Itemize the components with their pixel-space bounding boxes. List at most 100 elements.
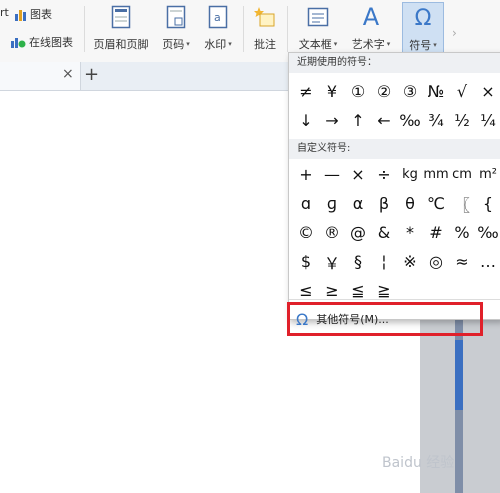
header-footer-label: 页眉和页脚 xyxy=(93,38,149,51)
symbol-cell[interactable]: ≤ xyxy=(293,276,319,305)
recent-symbols-grid: ≠ ¥ ① ② ③ № √ × ↓ → ↑ ← ‰ ¾ ½ ¼ xyxy=(293,77,500,135)
online-chart-icon xyxy=(11,38,26,48)
watermark-button[interactable]: a 水印 ▾ xyxy=(200,4,236,54)
ribbon-divider xyxy=(84,6,85,52)
chart-button[interactable]: 图表 xyxy=(14,6,52,22)
document-tab-bar: × + xyxy=(0,62,290,91)
symbol-cell[interactable]: 〖 xyxy=(449,189,475,218)
new-tab-icon[interactable]: + xyxy=(84,64,99,85)
header-footer-button[interactable]: 页眉和页脚 xyxy=(92,4,150,54)
symbol-cell[interactable]: ≠ xyxy=(293,77,319,106)
symbol-cell[interactable]: ɡ xyxy=(319,189,345,218)
symbol-cell[interactable]: ≦ xyxy=(345,276,371,305)
symbol-cell[interactable]: & xyxy=(371,218,397,247)
recent-symbols-heading: 近期使用的符号： xyxy=(289,53,500,73)
symbol-cell[interactable]: ↑ xyxy=(345,106,371,135)
chevron-down-icon: ▾ xyxy=(186,40,190,48)
document-canvas[interactable] xyxy=(0,91,290,493)
symbol-cell[interactable]: ≥ xyxy=(319,276,345,305)
symbol-cell[interactable]: ‰ xyxy=(397,106,423,135)
symbol-cell[interactable]: ≈ xyxy=(449,247,475,276)
symbol-cell[interactable]: ‰ xyxy=(475,218,500,247)
ribbon-divider xyxy=(243,6,244,52)
symbol-cell[interactable]: β xyxy=(371,189,397,218)
symbol-cell[interactable]: ℃ xyxy=(423,189,449,218)
art-text-icon: A xyxy=(362,3,380,31)
symbol-cell[interactable]: ¼ xyxy=(475,106,500,135)
symbol-cell[interactable]: ¾ xyxy=(423,106,449,135)
symbol-cell[interactable]: × xyxy=(345,160,371,189)
art-text-button[interactable]: A 艺术字 ▾ xyxy=(346,3,396,54)
ribbon-partial-label: rt xyxy=(0,6,9,19)
symbol-cell[interactable]: — xyxy=(319,160,345,189)
ribbon-partial-item[interactable]: rt xyxy=(0,6,9,19)
symbol-cell[interactable]: α xyxy=(345,189,371,218)
ribbon-scroll-right-icon[interactable]: › xyxy=(452,26,457,40)
symbol-cell[interactable]: → xyxy=(319,106,345,135)
panel-divider xyxy=(289,299,500,300)
symbol-label: 符号 xyxy=(409,39,432,52)
symbol-cell[interactable]: ≧ xyxy=(371,276,397,305)
symbol-cell[interactable]: { xyxy=(475,189,500,218)
symbol-cell[interactable]: § xyxy=(345,247,371,276)
comment-button[interactable]: 批注 xyxy=(250,4,280,54)
online-chart-label: 在线图表 xyxy=(29,36,73,49)
symbol-cell[interactable]: √ xyxy=(449,77,475,106)
online-chart-button[interactable]: 在线图表 xyxy=(10,34,73,50)
page-number-icon xyxy=(164,4,188,30)
chevron-down-icon: ▾ xyxy=(386,40,391,48)
symbol-cell[interactable]: $ xyxy=(293,247,319,276)
symbol-cell[interactable]: ② xyxy=(371,77,397,106)
symbol-cell[interactable]: % xyxy=(449,218,475,247)
symbol-cell[interactable]: ① xyxy=(345,77,371,106)
symbol-cell[interactable]: θ xyxy=(397,189,423,218)
symbol-cell[interactable]: ¥ xyxy=(319,77,345,106)
symbol-cell[interactable]: ÷ xyxy=(371,160,397,189)
text-box-button[interactable]: 文本框 ▾ xyxy=(294,4,342,54)
symbol-cell[interactable]: ½ xyxy=(449,106,475,135)
chart-label: 图表 xyxy=(30,8,52,21)
symbol-cell[interactable]: kg xyxy=(397,160,423,189)
omega-icon: Ω xyxy=(414,5,432,31)
symbol-cell[interactable]: # xyxy=(423,218,449,247)
symbol-cell[interactable]: ® xyxy=(319,218,345,247)
symbol-cell[interactable]: ← xyxy=(371,106,397,135)
highlight-annotation-box xyxy=(287,302,483,336)
watermark-label: 水印 xyxy=(204,38,227,51)
symbol-cell[interactable]: * xyxy=(397,218,423,247)
custom-symbols-heading: 自定义符号: xyxy=(289,139,500,159)
svg-text:a: a xyxy=(214,11,221,24)
symbol-cell[interactable]: @ xyxy=(345,218,371,247)
symbol-cell[interactable]: © xyxy=(293,218,319,247)
art-text-label: 艺术字 xyxy=(351,38,385,51)
symbol-cell[interactable]: ¦ xyxy=(371,247,397,276)
symbol-cell[interactable]: ￥ xyxy=(319,247,345,276)
symbol-button[interactable]: Ω 符号 ▾ xyxy=(402,2,444,54)
page-number-button[interactable]: 页码 ▾ xyxy=(158,4,194,54)
symbol-cell[interactable]: mm xyxy=(423,160,449,189)
document-tab[interactable]: × xyxy=(0,62,81,90)
baidu-watermark: Baidu 经验 xyxy=(382,455,455,471)
symbol-cell[interactable]: ③ xyxy=(397,77,423,106)
symbol-cell[interactable]: ◎ xyxy=(423,247,449,276)
ribbon-divider xyxy=(287,6,288,52)
symbol-cell[interactable]: ※ xyxy=(397,247,423,276)
symbol-cell[interactable]: ɑ xyxy=(293,189,319,218)
scrollbar-thumb[interactable] xyxy=(455,340,463,410)
chevron-down-icon: ▾ xyxy=(433,41,437,49)
page-header-icon xyxy=(109,4,133,30)
text-box-label: 文本框 xyxy=(298,38,332,51)
custom-symbols-grid: + — × ÷ kg mm cm m² ɑ ɡ α β θ ℃ 〖{ © ® @ & * #% ‰ $ ￥ § ¦ ※ ◎ ≈… ≤ ≥ ≦ ≧ xyxy=(293,160,500,305)
comment-label: 批注 xyxy=(254,38,276,51)
symbol-dropdown: 近期使用的符号： ≠ ¥ ① ② ③ № √ × ↓ → ↑ ← ‰ ¾ ½ ¼ 自定义符号: + — × ÷ kg m… xyxy=(288,52,500,320)
close-icon[interactable]: × xyxy=(62,66,74,82)
symbol-cell[interactable]: cm xyxy=(449,160,475,189)
symbol-cell[interactable]: № xyxy=(423,77,449,106)
symbol-cell[interactable]: m² xyxy=(475,160,500,189)
page-number-label: 页码 xyxy=(162,38,185,51)
watermark-icon: a xyxy=(206,4,230,30)
symbol-cell[interactable]: … xyxy=(475,247,500,276)
symbol-cell[interactable]: + xyxy=(293,160,319,189)
symbol-cell[interactable]: × xyxy=(475,77,500,106)
symbol-cell[interactable]: ↓ xyxy=(293,106,319,135)
